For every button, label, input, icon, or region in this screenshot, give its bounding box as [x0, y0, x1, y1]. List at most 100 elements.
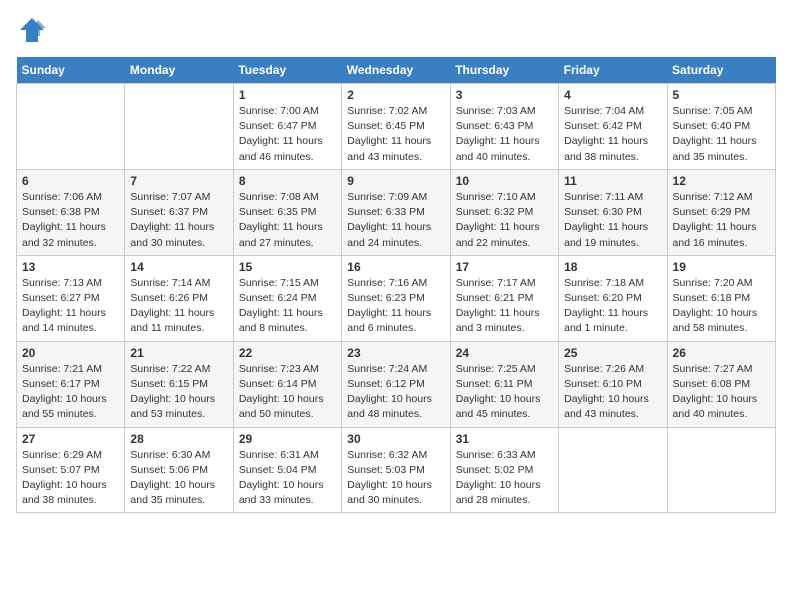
calendar-cell: [17, 84, 125, 170]
calendar-cell: 2Sunrise: 7:02 AMSunset: 6:45 PMDaylight…: [342, 84, 450, 170]
day-number: 22: [239, 346, 336, 360]
calendar-cell: 25 Sunrise: 7:26 AMSunset: 6:10 PMDayligh…: [559, 341, 667, 427]
calendar-cell: 26 Sunrise: 7:27 AMSunset: 6:08 PMDayligh…: [667, 341, 775, 427]
day-header-friday: Friday: [559, 57, 667, 84]
day-number: 10: [456, 174, 553, 188]
cell-sun-info: Sunrise: 7:04 AMSunset: 6:42 PMDaylight:…: [564, 104, 661, 165]
calendar-cell: 18Sunrise: 7:18 AMSunset: 6:20 PMDayligh…: [559, 255, 667, 341]
cell-sun-info: Sunrise: 7:23 AMSunset: 6:14 PMDaylight:…: [239, 362, 336, 423]
cell-sun-info: Sunrise: 6:31 AMSunset: 5:04 PMDaylight:…: [239, 448, 336, 509]
calendar-cell: 8 Sunrise: 7:08 AMSunset: 6:35 PMDaylight…: [233, 169, 341, 255]
cell-sun-info: Sunrise: 7:17 AMSunset: 6:21 PMDaylight:…: [456, 276, 553, 337]
page-header: [16, 16, 776, 49]
calendar-cell: 6 Sunrise: 7:06 AMSunset: 6:38 PMDaylight…: [17, 169, 125, 255]
calendar-cell: 12Sunrise: 7:12 AMSunset: 6:29 PMDayligh…: [667, 169, 775, 255]
calendar-cell: 5 Sunrise: 7:05 AMSunset: 6:40 PMDaylight…: [667, 84, 775, 170]
day-header-tuesday: Tuesday: [233, 57, 341, 84]
day-number: 17: [456, 260, 553, 274]
calendar-cell: 21 Sunrise: 7:22 AMSunset: 6:15 PMDayligh…: [125, 341, 233, 427]
calendar-cell: 4 Sunrise: 7:04 AMSunset: 6:42 PMDaylight…: [559, 84, 667, 170]
cell-sun-info: Sunrise: 7:20 AMSunset: 6:18 PMDaylight:…: [673, 276, 770, 337]
day-number: 4: [564, 88, 661, 102]
calendar-cell: [667, 427, 775, 513]
cell-sun-info: Sunrise: 6:33 AMSunset: 5:02 PMDaylight:…: [456, 448, 553, 509]
day-number: 31: [456, 432, 553, 446]
day-header-wednesday: Wednesday: [342, 57, 450, 84]
day-header-saturday: Saturday: [667, 57, 775, 84]
header-row: SundayMondayTuesdayWednesdayThursdayFrid…: [17, 57, 776, 84]
calendar-cell: 30 Sunrise: 6:32 AMSunset: 5:03 PMDayligh…: [342, 427, 450, 513]
day-header-sunday: Sunday: [17, 57, 125, 84]
cell-sun-info: Sunrise: 7:05 AMSunset: 6:40 PMDaylight:…: [673, 104, 770, 165]
logo: [16, 16, 46, 49]
day-number: 8: [239, 174, 336, 188]
calendar-cell: 11 Sunrise: 7:11 AMSunset: 6:30 PMDayligh…: [559, 169, 667, 255]
day-header-thursday: Thursday: [450, 57, 558, 84]
calendar-cell: [559, 427, 667, 513]
week-row-3: 13Sunrise: 7:13 AMSunset: 6:27 PMDayligh…: [17, 255, 776, 341]
day-number: 11: [564, 174, 661, 188]
day-number: 24: [456, 346, 553, 360]
day-number: 28: [130, 432, 227, 446]
day-number: 7: [130, 174, 227, 188]
cell-sun-info: Sunrise: 7:13 AMSunset: 6:27 PMDaylight:…: [22, 276, 119, 337]
day-number: 19: [673, 260, 770, 274]
day-number: 21: [130, 346, 227, 360]
day-number: 27: [22, 432, 119, 446]
cell-sun-info: Sunrise: 7:10 AMSunset: 6:32 PMDaylight:…: [456, 190, 553, 251]
cell-sun-info: Sunrise: 7:24 AMSunset: 6:12 PMDaylight:…: [347, 362, 444, 423]
day-number: 14: [130, 260, 227, 274]
cell-sun-info: Sunrise: 7:22 AMSunset: 6:15 PMDaylight:…: [130, 362, 227, 423]
cell-sun-info: Sunrise: 6:29 AMSunset: 5:07 PMDaylight:…: [22, 448, 119, 509]
cell-sun-info: Sunrise: 7:21 AMSunset: 6:17 PMDaylight:…: [22, 362, 119, 423]
calendar-cell: 19 Sunrise: 7:20 AMSunset: 6:18 PMDayligh…: [667, 255, 775, 341]
calendar-cell: 3Sunrise: 7:03 AMSunset: 6:43 PMDaylight…: [450, 84, 558, 170]
calendar-cell: 16 Sunrise: 7:16 AMSunset: 6:23 PMDayligh…: [342, 255, 450, 341]
day-number: 26: [673, 346, 770, 360]
day-number: 2: [347, 88, 444, 102]
calendar-cell: 10 Sunrise: 7:10 AMSunset: 6:32 PMDayligh…: [450, 169, 558, 255]
cell-sun-info: Sunrise: 7:16 AMSunset: 6:23 PMDaylight:…: [347, 276, 444, 337]
calendar-cell: 31 Sunrise: 6:33 AMSunset: 5:02 PMDayligh…: [450, 427, 558, 513]
day-number: 15: [239, 260, 336, 274]
day-number: 5: [673, 88, 770, 102]
week-row-1: 1Sunrise: 7:00 AMSunset: 6:47 PMDaylight…: [17, 84, 776, 170]
cell-sun-info: Sunrise: 7:27 AMSunset: 6:08 PMDaylight:…: [673, 362, 770, 423]
day-number: 18: [564, 260, 661, 274]
cell-sun-info: Sunrise: 7:15 AMSunset: 6:24 PMDaylight:…: [239, 276, 336, 337]
calendar-cell: 9Sunrise: 7:09 AMSunset: 6:33 PMDaylight…: [342, 169, 450, 255]
cell-sun-info: Sunrise: 6:30 AMSunset: 5:06 PMDaylight:…: [130, 448, 227, 509]
day-number: 16: [347, 260, 444, 274]
cell-sun-info: Sunrise: 7:25 AMSunset: 6:11 PMDaylight:…: [456, 362, 553, 423]
cell-sun-info: Sunrise: 7:14 AMSunset: 6:26 PMDaylight:…: [130, 276, 227, 337]
calendar-cell: 7 Sunrise: 7:07 AMSunset: 6:37 PMDaylight…: [125, 169, 233, 255]
week-row-5: 27 Sunrise: 6:29 AMSunset: 5:07 PMDayligh…: [17, 427, 776, 513]
calendar-cell: 17 Sunrise: 7:17 AMSunset: 6:21 PMDayligh…: [450, 255, 558, 341]
cell-sun-info: Sunrise: 6:32 AMSunset: 5:03 PMDaylight:…: [347, 448, 444, 509]
cell-sun-info: Sunrise: 7:26 AMSunset: 6:10 PMDaylight:…: [564, 362, 661, 423]
calendar-cell: 14 Sunrise: 7:14 AMSunset: 6:26 PMDayligh…: [125, 255, 233, 341]
day-number: 20: [22, 346, 119, 360]
day-number: 12: [673, 174, 770, 188]
week-row-4: 20 Sunrise: 7:21 AMSunset: 6:17 PMDayligh…: [17, 341, 776, 427]
calendar-cell: [125, 84, 233, 170]
cell-sun-info: Sunrise: 7:06 AMSunset: 6:38 PMDaylight:…: [22, 190, 119, 251]
cell-sun-info: Sunrise: 7:08 AMSunset: 6:35 PMDaylight:…: [239, 190, 336, 251]
calendar-cell: 22 Sunrise: 7:23 AMSunset: 6:14 PMDayligh…: [233, 341, 341, 427]
calendar-cell: 24 Sunrise: 7:25 AMSunset: 6:11 PMDayligh…: [450, 341, 558, 427]
calendar-cell: 23 Sunrise: 7:24 AMSunset: 6:12 PMDayligh…: [342, 341, 450, 427]
calendar-cell: 20 Sunrise: 7:21 AMSunset: 6:17 PMDayligh…: [17, 341, 125, 427]
calendar-cell: 1Sunrise: 7:00 AMSunset: 6:47 PMDaylight…: [233, 84, 341, 170]
day-number: 30: [347, 432, 444, 446]
calendar-cell: 13Sunrise: 7:13 AMSunset: 6:27 PMDayligh…: [17, 255, 125, 341]
day-number: 23: [347, 346, 444, 360]
day-number: 6: [22, 174, 119, 188]
cell-sun-info: Sunrise: 7:07 AMSunset: 6:37 PMDaylight:…: [130, 190, 227, 251]
cell-sun-info: Sunrise: 7:03 AMSunset: 6:43 PMDaylight:…: [456, 104, 553, 165]
cell-sun-info: Sunrise: 7:00 AMSunset: 6:47 PMDaylight:…: [239, 104, 336, 165]
day-number: 29: [239, 432, 336, 446]
day-number: 25: [564, 346, 661, 360]
calendar-cell: 29 Sunrise: 6:31 AMSunset: 5:04 PMDayligh…: [233, 427, 341, 513]
logo-icon: [18, 16, 46, 44]
cell-sun-info: Sunrise: 7:11 AMSunset: 6:30 PMDaylight:…: [564, 190, 661, 251]
